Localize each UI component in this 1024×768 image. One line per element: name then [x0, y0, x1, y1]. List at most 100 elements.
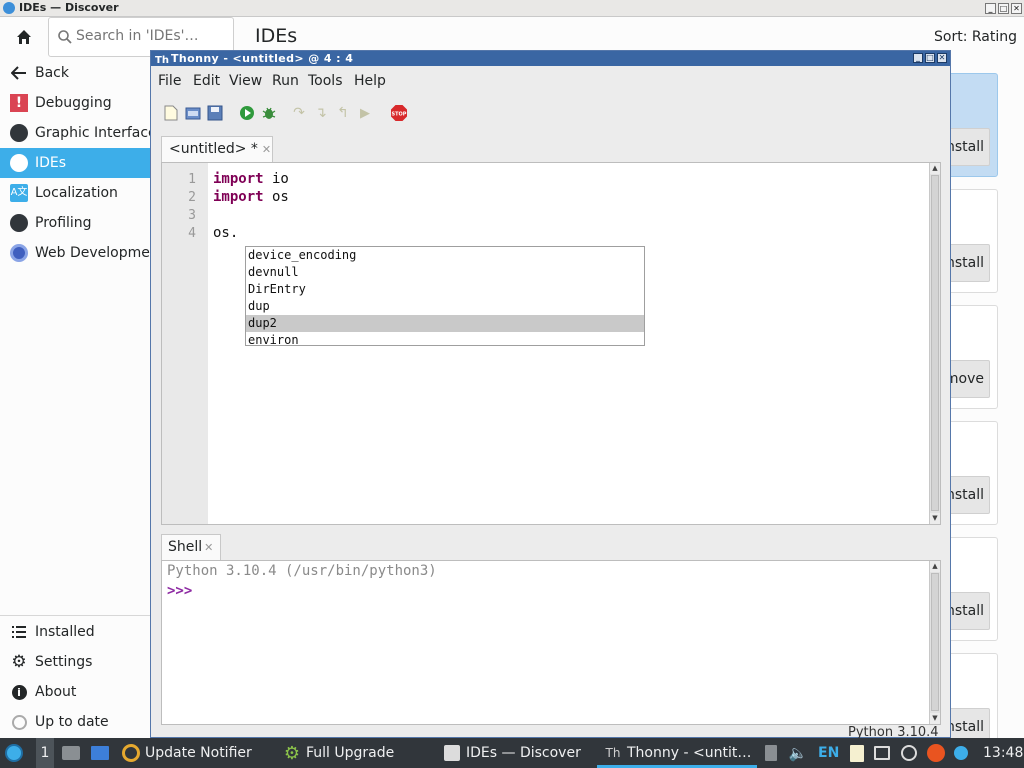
app-launcher-button[interactable]	[5, 738, 28, 768]
minimize-button[interactable]: _	[913, 53, 923, 63]
scroll-down-icon[interactable]: ▼	[930, 513, 940, 524]
gear-icon: ⚙	[283, 742, 301, 764]
search-input[interactable]	[76, 28, 226, 44]
about-button[interactable]: i About	[0, 677, 151, 707]
category-graphic-interface[interactable]: Graphic Interface	[0, 118, 151, 148]
shell-scrollbar[interactable]: ▲ ▼	[929, 561, 940, 724]
step-into-button[interactable]: ↴	[311, 103, 331, 123]
clipboard-tray[interactable]	[762, 738, 785, 768]
step-out-button[interactable]: ↰	[333, 103, 353, 123]
completion-item[interactable]: environ	[246, 332, 644, 345]
shell-console[interactable]: Python 3.10.4 (/usr/bin/python3) >>> ▲ ▼	[161, 560, 941, 725]
back-button[interactable]: Back	[0, 58, 151, 88]
install-button[interactable]: Install	[946, 244, 990, 282]
resume-button[interactable]: ▶	[355, 103, 375, 123]
close-tab-icon[interactable]: ✕	[204, 541, 213, 554]
install-button[interactable]: Install	[946, 476, 990, 514]
task-label: Update Notifier	[145, 745, 252, 761]
autocomplete-popup: device_encoding devnull DirEntry dup dup…	[245, 246, 645, 346]
stop-button[interactable]: STOP	[389, 103, 409, 123]
completion-item[interactable]: device_encoding	[246, 247, 644, 264]
ubuntu-icon	[927, 744, 945, 762]
scroll-up-icon[interactable]: ▲	[930, 561, 940, 572]
file-manager-launcher[interactable]	[62, 738, 85, 768]
category-web-development[interactable]: Web Development	[0, 238, 151, 268]
scrollbar-thumb[interactable]	[931, 175, 939, 511]
editor-scrollbar[interactable]: ▲ ▼	[929, 163, 940, 524]
sort-dropdown[interactable]: Sort: Rating	[934, 29, 1017, 45]
close-tab-icon[interactable]: ✕	[262, 143, 271, 156]
shell-banner: Python 3.10.4 (/usr/bin/python3)	[167, 563, 437, 579]
close-button[interactable]: ✕	[937, 53, 947, 63]
taskbar-update-notifier[interactable]: Update Notifier	[122, 738, 252, 768]
settings-button[interactable]: ⚙ Settings	[0, 647, 151, 677]
scrollbar-thumb[interactable]	[931, 573, 939, 711]
thonny-window-title: Thonny - <untitled> @ 4 : 4	[171, 52, 354, 65]
maximize-button[interactable]: □	[998, 3, 1009, 14]
ubuntu-tray[interactable]	[927, 738, 950, 768]
menu-tools[interactable]: Tools	[308, 73, 343, 89]
menu-run[interactable]: Run	[272, 73, 299, 89]
app-card[interactable]: Install	[945, 421, 998, 525]
scroll-down-icon[interactable]: ▼	[930, 713, 940, 724]
new-file-button[interactable]	[161, 103, 181, 123]
installed-button[interactable]: Installed	[0, 617, 151, 647]
menu-edit[interactable]: Edit	[193, 73, 220, 89]
install-button[interactable]: Install	[946, 128, 990, 166]
completion-item-selected[interactable]: dup2	[246, 315, 644, 332]
open-file-button[interactable]	[183, 103, 203, 123]
close-button[interactable]: ✕	[1011, 3, 1022, 14]
maximize-button[interactable]: □	[925, 53, 935, 63]
taskbar-discover[interactable]: IDEs — Discover	[443, 738, 581, 768]
home-button[interactable]	[0, 17, 48, 57]
install-button[interactable]: Install	[946, 592, 990, 630]
minimize-button[interactable]: _	[985, 3, 996, 14]
network-tray[interactable]	[873, 738, 896, 768]
category-profiling[interactable]: Profiling	[0, 208, 151, 238]
category-label: Graphic Interface	[35, 125, 151, 141]
scroll-up-icon[interactable]: ▲	[930, 163, 940, 174]
clock[interactable]: 13:48	[983, 738, 1023, 768]
menu-view[interactable]: View	[229, 73, 262, 89]
discover-titlebar[interactable]: IDEs — Discover _ □ ✕	[0, 0, 1024, 17]
category-debugging[interactable]: ! Debugging	[0, 88, 151, 118]
keyboard-layout-tray[interactable]: EN	[818, 738, 839, 768]
discover-window-title: IDEs — Discover	[19, 1, 119, 14]
app-card[interactable]: Install	[945, 189, 998, 293]
update-tray[interactable]	[900, 738, 923, 768]
remove-button[interactable]: Remove	[946, 360, 990, 398]
save-icon	[207, 105, 223, 121]
step-over-button[interactable]: ↷	[289, 103, 309, 123]
run-button[interactable]	[237, 103, 257, 123]
updates-label: Up to date	[35, 714, 109, 730]
menu-help[interactable]: Help	[354, 73, 386, 89]
thonny-titlebar[interactable]: Th Thonny - <untitled> @ 4 : 4 _ □ ✕	[151, 51, 950, 66]
taskbar-thonny[interactable]: Th Thonny - <untit…	[604, 738, 752, 768]
svg-text:STOP: STOP	[392, 112, 407, 118]
debug-button[interactable]	[259, 103, 279, 123]
interpreter-status[interactable]: Python 3.10.4	[848, 726, 948, 738]
app-card[interactable]: Remove	[945, 305, 998, 409]
gear-icon: ⚙	[11, 652, 27, 672]
category-localization[interactable]: A文 Localization	[0, 178, 151, 208]
discover-sidebar: Back ! Debugging Graphic Interface IDEs …	[0, 17, 234, 738]
completion-item[interactable]: dup	[246, 298, 644, 315]
taskbar-full-upgrade[interactable]: ⚙ Full Upgrade	[283, 738, 394, 768]
shell-tab[interactable]: Shell ✕	[161, 534, 221, 560]
category-ides[interactable]: IDEs	[0, 148, 151, 178]
editor-tab-untitled[interactable]: <untitled> * ✕	[161, 136, 273, 162]
completion-item[interactable]: devnull	[246, 264, 644, 281]
status-tray[interactable]	[952, 738, 975, 768]
volume-tray[interactable]: 🔈	[789, 738, 812, 768]
update-notifier-icon	[122, 744, 140, 762]
workspace-switcher[interactable]: 1	[36, 738, 54, 768]
discover-app-icon	[3, 2, 15, 14]
notes-tray[interactable]	[848, 738, 871, 768]
app-card[interactable]: Install	[945, 73, 998, 177]
updates-button[interactable]: Up to date	[0, 707, 151, 737]
app-card[interactable]: Install	[945, 537, 998, 641]
completion-item[interactable]: DirEntry	[246, 281, 644, 298]
show-desktop-button[interactable]	[91, 738, 114, 768]
menu-file[interactable]: File	[158, 73, 181, 89]
save-button[interactable]	[205, 103, 225, 123]
